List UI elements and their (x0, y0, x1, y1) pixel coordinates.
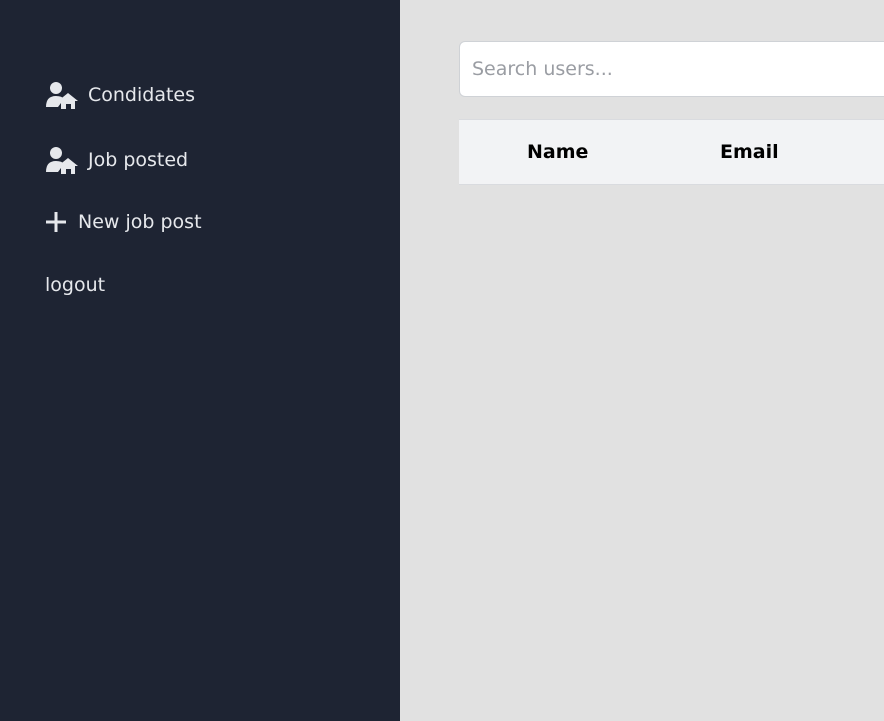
app: Condidates Job posted New job post logou… (0, 0, 884, 721)
column-header-email: Email (720, 141, 779, 163)
search-input[interactable] (459, 41, 884, 97)
user-home-icon (45, 145, 79, 175)
sidebar-item-label: Job posted (88, 149, 189, 171)
sidebar-item-label: logout (45, 274, 106, 296)
sidebar-item-logout[interactable]: logout (45, 274, 105, 296)
sidebar-item-new-job-post[interactable]: New job post (45, 211, 202, 233)
sidebar: Condidates Job posted New job post logou… (0, 0, 400, 721)
plus-icon (45, 211, 67, 233)
table-header: Name Email (459, 119, 884, 185)
column-header-name: Name (527, 141, 589, 163)
sidebar-item-candidates[interactable]: Condidates (45, 80, 195, 110)
sidebar-item-label: New job post (78, 211, 202, 233)
sidebar-item-job-posted[interactable]: Job posted (45, 145, 188, 175)
user-home-icon (45, 80, 79, 110)
sidebar-item-label: Condidates (88, 84, 196, 106)
